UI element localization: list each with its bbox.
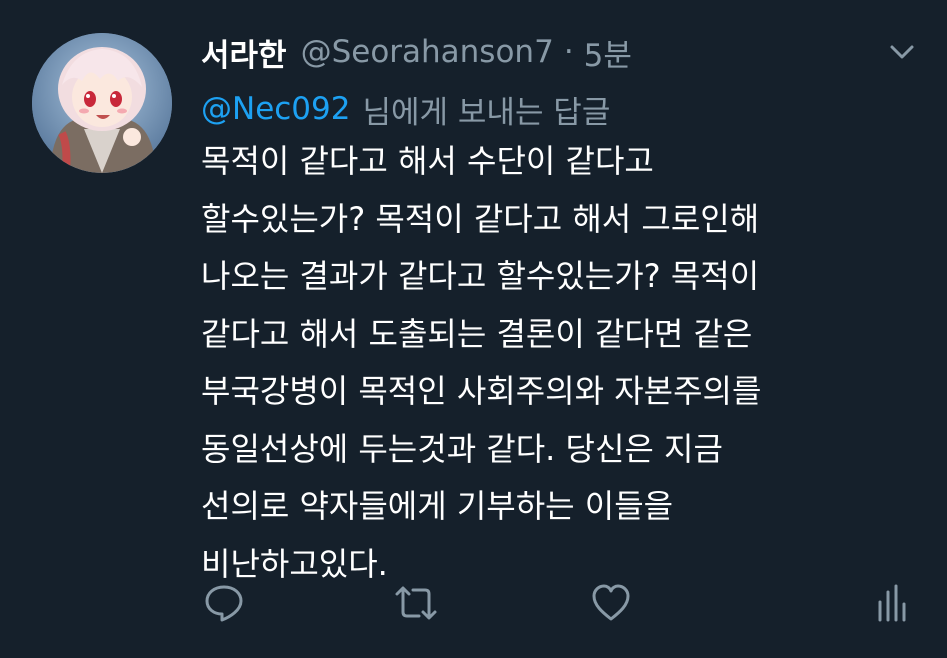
tweet-text-line: 부국강병이 목적인 사회주의와 자본주의를 <box>201 372 762 410</box>
user-handle[interactable]: @Seorahanson7 <box>301 34 554 70</box>
reply-mention-link[interactable]: @Nec092 <box>201 91 350 127</box>
tweet: 서라한 @Seorahanson7 · 5분 @Nec092 님에게 보내는 답… <box>0 0 947 658</box>
speech-bubble-icon <box>205 585 243 622</box>
tweet-text-line: 목적이 같다고 해서 수단이 같다고 <box>201 142 654 180</box>
avatar[interactable] <box>32 33 172 173</box>
reply-context-label: 님에게 보내는 답글 <box>362 94 611 131</box>
avatar-image <box>32 33 172 173</box>
reply-context: @Nec092 님에게 보내는 답글 <box>201 86 610 132</box>
analytics-button[interactable] <box>868 580 914 626</box>
chevron-down-icon[interactable] <box>887 40 917 64</box>
tweet-text: 목적이 같다고 해서 수단이 같다고 할수있는가? 목적이 같다고 해서 그로인… <box>201 133 891 593</box>
heart-icon <box>592 584 630 621</box>
separator-dot: · <box>563 34 574 70</box>
retweet-arrows-icon <box>395 586 437 620</box>
bar-chart-icon <box>878 584 906 622</box>
tweet-text-line: 선의로 약자들에게 기부하는 이들을 <box>201 487 674 525</box>
tweet-actions <box>0 580 947 626</box>
tweet-text-line: 동일선상에 두는것과 같다. 당신은 지금 <box>201 429 723 468</box>
like-button[interactable] <box>588 580 634 626</box>
tweet-text-line: 할수있는가? 목적이 같다고 해서 그로인해 <box>201 199 760 238</box>
tweet-text-line: 나오는 결과가 같다고 할수있는가? 목적이 <box>201 257 760 295</box>
display-name[interactable]: 서라한 <box>201 30 287 75</box>
timestamp[interactable]: 5분 <box>584 30 632 75</box>
tweet-text-line: 같다고 해서 도출되는 결론이 같다면 같은 <box>201 314 753 353</box>
reply-button[interactable] <box>201 580 247 626</box>
retweet-button[interactable] <box>393 580 439 626</box>
tweet-header: 서라한 @Seorahanson7 · 5분 <box>201 28 632 76</box>
